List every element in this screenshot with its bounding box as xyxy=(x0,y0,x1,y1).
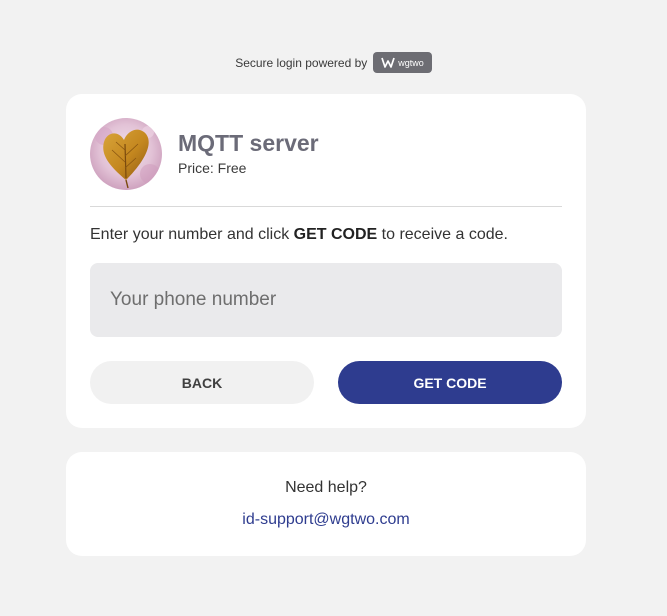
support-email-link[interactable]: id-support@wgtwo.com xyxy=(66,511,586,529)
get-code-button[interactable]: GET CODE xyxy=(338,361,562,404)
powered-by-bar: Secure login powered by wgtwo xyxy=(0,52,667,73)
instructions-text: Enter your number and click GET CODE to … xyxy=(90,226,508,244)
brand-name: wgtwo xyxy=(398,57,424,68)
powered-by-text: Secure login powered by xyxy=(235,55,368,70)
instructions-suffix: to receive a code. xyxy=(377,226,508,243)
service-price: Price: Free xyxy=(178,160,247,176)
autumn-leaf-heart-icon xyxy=(90,118,162,190)
wgtwo-logo-icon xyxy=(381,57,396,68)
wgtwo-brand-badge: wgtwo xyxy=(373,52,432,73)
instructions-action: GET CODE xyxy=(293,226,378,243)
service-name: MQTT server xyxy=(178,130,319,156)
help-title: Need help? xyxy=(285,479,367,496)
divider xyxy=(90,206,562,207)
back-button[interactable]: BACK xyxy=(90,361,314,404)
help-card: Need help? id-support@wgtwo.com xyxy=(66,452,586,556)
login-card: MQTT server Price: Free Enter your numbe… xyxy=(66,94,586,428)
instructions-prefix: Enter your number and click xyxy=(90,226,294,243)
phone-number-input[interactable] xyxy=(90,263,562,337)
service-avatar xyxy=(90,118,162,190)
